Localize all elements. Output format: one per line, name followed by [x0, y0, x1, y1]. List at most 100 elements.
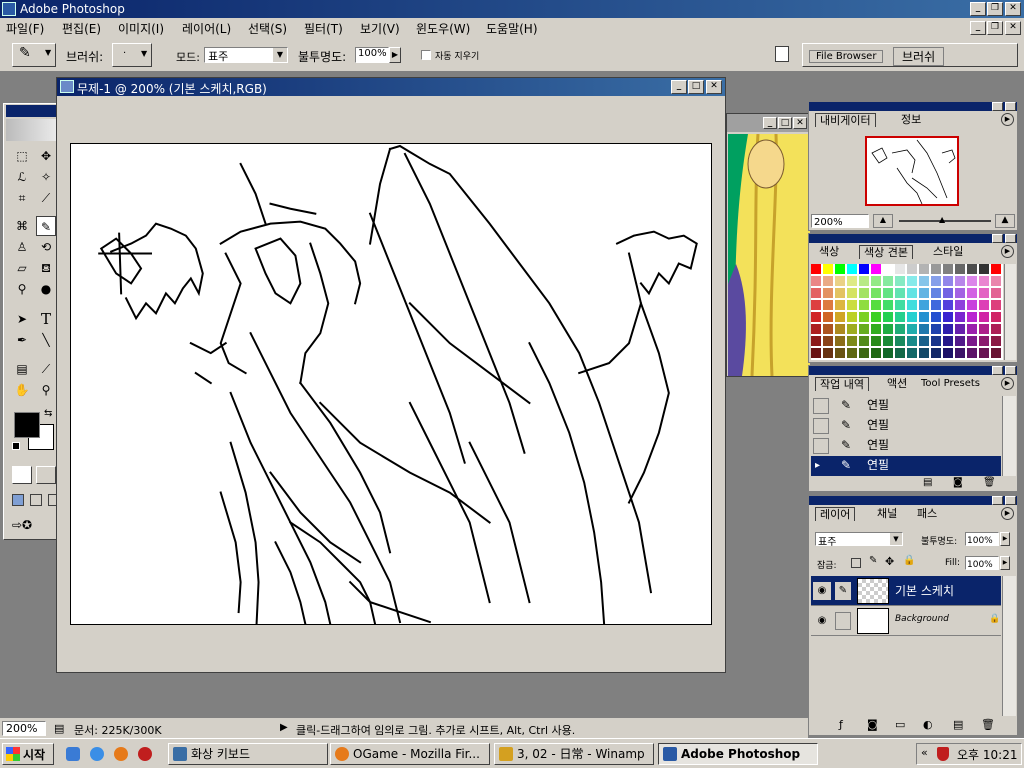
swatches-scrollbar[interactable] [1004, 264, 1016, 360]
zoom-slider-handle[interactable]: ▲ [939, 215, 945, 224]
doc-restore-button[interactable]: ❐ [987, 21, 1003, 35]
color-swatch[interactable] [931, 300, 941, 310]
path-selection-tool-icon[interactable]: ➤ [12, 309, 32, 329]
color-swatch[interactable] [823, 336, 833, 346]
color-swatch[interactable] [859, 288, 869, 298]
layer-opacity-input[interactable]: 100% [965, 532, 999, 546]
foreground-color-swatch[interactable] [14, 412, 40, 438]
layer-link-box[interactable] [835, 612, 851, 630]
blend-mode-select[interactable]: 표주 ▼ [815, 532, 903, 548]
menu-layer[interactable]: 레이어(L) [182, 20, 231, 37]
color-swatch[interactable] [847, 324, 857, 334]
color-swatch[interactable] [811, 264, 821, 274]
slice-tool-icon[interactable]: ⟋ [36, 188, 56, 208]
layer-mask-icon[interactable]: ◙ [867, 718, 878, 731]
screen-mode-standard-icon[interactable] [12, 494, 24, 506]
document-close-button[interactable]: ✕ [706, 80, 722, 94]
start-button[interactable]: 시작 [2, 743, 54, 765]
color-swatch[interactable] [979, 312, 989, 322]
color-swatch[interactable] [967, 336, 977, 346]
document-info-icon[interactable]: ▤ [54, 722, 64, 735]
color-swatch[interactable] [919, 336, 929, 346]
visibility-eye-icon[interactable]: ◉ [813, 582, 831, 600]
color-swatch[interactable] [991, 264, 1001, 274]
color-swatch[interactable] [859, 336, 869, 346]
color-swatch[interactable] [847, 312, 857, 322]
color-swatch[interactable] [883, 276, 893, 286]
color-swatch[interactable] [955, 324, 965, 334]
color-swatch[interactable] [967, 288, 977, 298]
background-document-window[interactable]: _ □ ✕ [726, 113, 810, 377]
move-tool-icon[interactable]: ✥ [36, 146, 56, 166]
history-brush-tool-icon[interactable]: ⟲ [36, 237, 56, 257]
color-swatch[interactable] [835, 264, 845, 274]
color-swatch[interactable] [847, 264, 857, 274]
opacity-slider-button[interactable]: ▶ [389, 47, 401, 63]
color-swatch[interactable] [811, 300, 821, 310]
color-swatch[interactable] [943, 300, 953, 310]
menu-select[interactable]: 선택(S) [248, 20, 287, 37]
color-swatch[interactable] [859, 300, 869, 310]
eyedropper-tool-icon[interactable]: ⟋ [36, 359, 56, 379]
new-document-from-state-icon[interactable]: ▤ [923, 477, 932, 488]
color-swatch[interactable] [883, 336, 893, 346]
notes-tool-icon[interactable]: ▤ [12, 359, 32, 379]
color-swatch[interactable] [859, 312, 869, 322]
history-minimize-button[interactable] [992, 366, 1003, 375]
tool-preset-picker[interactable]: ✎ ▼ [12, 43, 56, 67]
history-item-selected[interactable]: ▸ ✎ 연필 [811, 456, 1001, 476]
color-swatch[interactable] [895, 348, 905, 358]
color-swatch[interactable] [955, 300, 965, 310]
color-swatch[interactable] [931, 324, 941, 334]
color-swatch[interactable] [931, 288, 941, 298]
type-tool-icon[interactable]: T [36, 309, 56, 329]
color-swatch[interactable] [919, 300, 929, 310]
color-swatch[interactable] [847, 276, 857, 286]
magic-wand-tool-icon[interactable]: ✧ [36, 167, 56, 187]
color-swatch[interactable] [871, 348, 881, 358]
pen-tool-icon[interactable]: ✒ [12, 330, 32, 350]
color-swatch[interactable] [955, 336, 965, 346]
color-swatch[interactable] [931, 264, 941, 274]
quick-mask-button[interactable] [36, 466, 56, 484]
color-swatch[interactable] [955, 348, 965, 358]
color-swatch[interactable] [943, 348, 953, 358]
paint-bucket-tool-icon[interactable]: ⛾ [36, 258, 56, 278]
color-swatch[interactable] [847, 336, 857, 346]
color-swatch[interactable] [907, 264, 917, 274]
color-swatch[interactable] [979, 300, 989, 310]
menu-help[interactable]: 도움말(H) [486, 20, 538, 37]
color-swatch[interactable] [811, 276, 821, 286]
color-swatch[interactable] [871, 300, 881, 310]
adjustment-layer-icon[interactable]: ◐ [923, 718, 933, 731]
bgdoc-close-button[interactable]: ✕ [793, 117, 807, 129]
tab-tool-presets[interactable]: Tool Presets [917, 377, 984, 391]
color-swatch[interactable] [883, 348, 893, 358]
swatch-grid[interactable] [811, 264, 1003, 360]
layers-close-button[interactable] [1005, 496, 1016, 505]
color-swatch[interactable] [979, 276, 989, 286]
color-swatch[interactable] [943, 312, 953, 322]
color-swatch[interactable] [871, 336, 881, 346]
color-swatch[interactable] [895, 288, 905, 298]
trash-icon[interactable]: 🗑 [983, 477, 996, 488]
doc-close-button[interactable]: ✕ [1005, 21, 1021, 35]
navigator-zoom-input[interactable]: 200% [811, 214, 869, 228]
color-swatch[interactable] [871, 288, 881, 298]
color-swatch[interactable] [859, 276, 869, 286]
color-swatch[interactable] [979, 336, 989, 346]
adobe-online-icon[interactable] [6, 119, 61, 141]
color-swatch[interactable] [883, 300, 893, 310]
swatches-close-button[interactable] [1005, 234, 1016, 243]
bgdoc-maximize-button[interactable]: □ [778, 117, 792, 129]
color-swatch[interactable] [931, 336, 941, 346]
color-swatch[interactable] [967, 348, 977, 358]
color-swatch[interactable] [955, 264, 965, 274]
color-swatch[interactable] [943, 276, 953, 286]
tab-paths[interactable]: 패스 [913, 507, 941, 521]
history-menu-icon[interactable]: ▶ [1001, 377, 1014, 390]
color-swatch[interactable] [895, 300, 905, 310]
layers-minimize-button[interactable] [992, 496, 1003, 505]
hand-tool-icon[interactable]: ✋ [12, 380, 32, 400]
quicklaunch-ie-icon[interactable] [90, 747, 104, 761]
